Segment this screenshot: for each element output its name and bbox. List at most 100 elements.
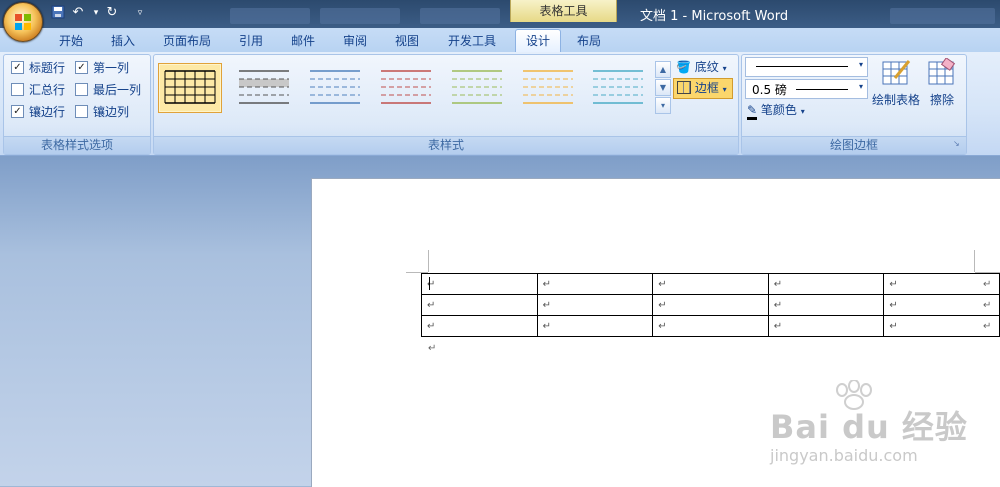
banded-columns-checkbox[interactable] xyxy=(75,105,88,118)
tab-home[interactable]: 开始 xyxy=(48,31,94,51)
draw-table-icon xyxy=(882,60,911,85)
table-row: ↵ ↵ ↵ ↵ ↵ xyxy=(421,273,1000,295)
group-label: 表样式 xyxy=(154,136,738,154)
header-row-label: 标题行 xyxy=(29,61,66,75)
text-cursor xyxy=(429,277,430,290)
table-cell[interactable]: ↵ xyxy=(652,294,769,316)
line-weight-preview xyxy=(796,89,848,90)
pen-icon: ✎ xyxy=(747,103,758,120)
tab-mailings[interactable]: 邮件 xyxy=(280,31,326,51)
styles-more-button[interactable]: ▾ xyxy=(655,97,671,114)
banded-rows-label: 镶边行 xyxy=(29,105,66,119)
eraser-icon xyxy=(928,57,956,85)
redo-icon[interactable]: ↻ xyxy=(104,5,120,21)
banded-rows-checkbox[interactable]: ✓ xyxy=(11,105,24,118)
group-label: 绘图边框 xyxy=(742,136,966,154)
group-label: 表格样式选项 xyxy=(4,136,150,154)
styles-scroll-down-button[interactable]: ▼ xyxy=(655,79,671,96)
table-cell[interactable]: ↵ xyxy=(536,273,654,295)
dialog-launcher-icon[interactable]: ↘ xyxy=(953,139,960,148)
background-window-tab xyxy=(420,8,500,24)
pen-color-button[interactable]: ✎ 笔颜色 ▾ xyxy=(747,101,827,120)
line-weight-value: 0.5 磅 xyxy=(752,83,787,97)
shading-button[interactable]: 🪣 底纹 ▾ xyxy=(676,58,734,76)
background-window-tab xyxy=(890,8,995,24)
office-button[interactable] xyxy=(3,2,43,42)
table-style-swatch[interactable] xyxy=(516,63,580,113)
banded-columns-label: 镶边列 xyxy=(93,105,130,119)
table-style-preview-icon xyxy=(164,70,216,104)
watermark-brand: Bai du 经验 xyxy=(770,408,968,446)
last-column-label: 最后一列 xyxy=(93,83,142,97)
chevron-down-icon: ▾ xyxy=(858,82,863,91)
table-cell[interactable]: ↵ xyxy=(536,294,654,316)
baidu-watermark: Bai du 经验 jingyan.baidu.com xyxy=(770,380,970,470)
paint-bucket-icon: 🪣 xyxy=(676,60,691,74)
table-style-swatch[interactable] xyxy=(303,63,367,113)
tab-view[interactable]: 视图 xyxy=(384,31,430,51)
tab-design[interactable]: 设计 xyxy=(515,29,561,53)
paragraph-mark: ↵ xyxy=(428,343,437,354)
table-style-preview-icon xyxy=(239,70,289,104)
table-style-swatch[interactable] xyxy=(374,63,438,113)
styles-scroll-up-button[interactable]: ▲ xyxy=(655,61,671,78)
total-row-checkbox[interactable] xyxy=(11,83,24,96)
borders-label: 边框 xyxy=(694,81,719,95)
table-cell[interactable]: ↵ xyxy=(652,315,769,337)
tab-review[interactable]: 审阅 xyxy=(332,31,378,51)
end-of-row-mark: ↵ xyxy=(983,300,992,311)
table-style-swatch[interactable] xyxy=(232,63,296,113)
first-column-label: 第一列 xyxy=(93,61,130,75)
document-table[interactable]: ↵ ↵ ↵ ↵ ↵ ↵ ↵ ↵ ↵ ↵ ↵ ↵ ↵ ↵ ↵ xyxy=(421,273,1000,337)
tab-layout[interactable]: 布局 xyxy=(566,31,612,51)
title-bar xyxy=(0,0,1000,28)
chevron-down-icon: ▾ xyxy=(800,107,805,116)
table-style-swatch[interactable] xyxy=(586,63,650,113)
window-title: 文档 1 - Microsoft Word xyxy=(640,9,789,24)
table-cell[interactable]: ↵ xyxy=(421,294,538,316)
undo-icon[interactable]: ↶ xyxy=(70,5,86,21)
table-cell[interactable]: ↵ xyxy=(652,273,769,295)
table-style-swatch[interactable] xyxy=(158,63,222,113)
save-icon[interactable] xyxy=(50,5,66,21)
first-column-checkbox[interactable]: ✓ xyxy=(75,61,88,74)
header-row-checkbox[interactable]: ✓ xyxy=(11,61,24,74)
end-of-row-mark: ↵ xyxy=(983,279,992,290)
office-logo-icon xyxy=(15,14,31,30)
table-cell[interactable]: ↵ xyxy=(421,273,538,295)
background-window-tab xyxy=(320,8,400,24)
chevron-down-icon[interactable]: ▾ xyxy=(88,5,104,21)
tab-insert[interactable]: 插入 xyxy=(100,31,146,51)
table-row: ↵ ↵ ↵ ↵ ↵ xyxy=(421,315,1000,337)
table-style-preview-icon xyxy=(593,70,643,104)
chevron-down-icon: ▾ xyxy=(858,60,863,69)
table-style-swatch[interactable] xyxy=(445,63,509,113)
shading-label: 底纹 xyxy=(694,60,719,74)
customize-qat-icon[interactable]: ▿ xyxy=(132,5,148,21)
tab-references[interactable]: 引用 xyxy=(228,31,274,51)
table-cell[interactable]: ↵ xyxy=(767,294,885,316)
draw-table-button[interactable]: 绘制表格 xyxy=(872,58,920,120)
pen-color-label: 笔颜色 xyxy=(760,103,797,117)
chevron-down-icon: ▾ xyxy=(722,64,727,73)
watermark-url: jingyan.baidu.com xyxy=(770,446,918,465)
tab-page-layout[interactable]: 页面布局 xyxy=(152,31,222,51)
line-style-dropdown[interactable]: ▾ xyxy=(745,57,868,77)
table-row: ↵ ↵ ↵ ↵ ↵ xyxy=(421,294,1000,316)
table-style-preview-icon xyxy=(523,70,573,104)
line-weight-dropdown[interactable]: 0.5 磅 ▾ xyxy=(745,79,868,99)
table-cell[interactable]: ↵ xyxy=(536,315,654,337)
tab-developer[interactable]: 开发工具 xyxy=(436,31,508,51)
crop-mark xyxy=(974,250,975,272)
table-cell[interactable]: ↵ xyxy=(421,315,538,337)
last-column-checkbox[interactable] xyxy=(75,83,88,96)
table-tools-context-label: 表格工具 xyxy=(510,0,617,22)
eraser-button[interactable]: 擦除 xyxy=(924,57,960,120)
end-of-row-mark: ↵ xyxy=(983,321,992,332)
table-style-preview-icon xyxy=(381,70,431,104)
table-cell[interactable]: ↵ xyxy=(767,273,885,295)
total-row-label: 汇总行 xyxy=(29,83,66,97)
borders-button[interactable]: 边框 ▾ xyxy=(673,78,733,99)
table-cell[interactable]: ↵ xyxy=(767,315,885,337)
table-style-preview-icon xyxy=(452,70,502,104)
